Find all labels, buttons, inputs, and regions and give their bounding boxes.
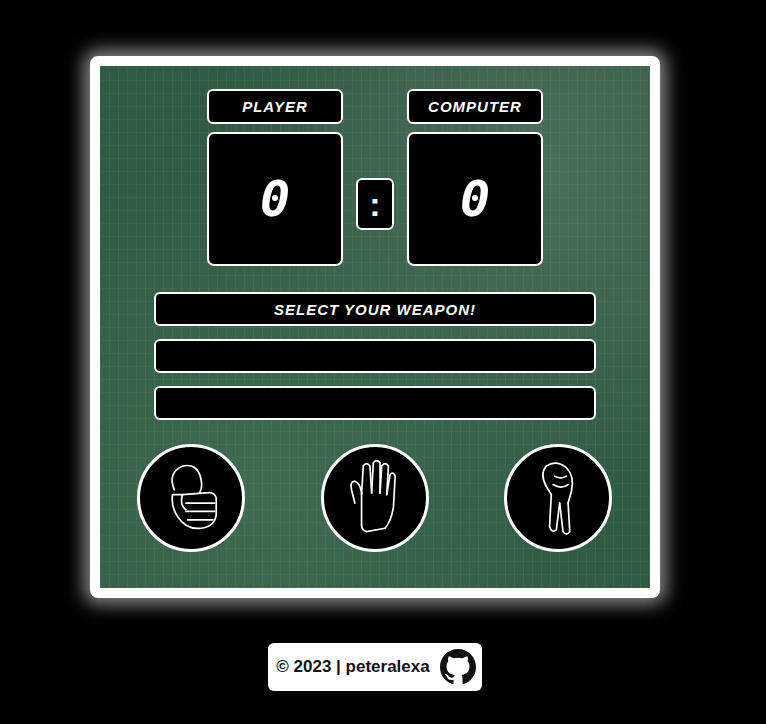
rock-hand-icon xyxy=(149,456,233,540)
scoreboard: PLAYER 0: COMPUTER 0 xyxy=(207,89,543,266)
player-column: PLAYER 0 xyxy=(207,89,343,266)
game-board: PLAYER 0: COMPUTER 0 SELECT YOUR WEAPON! xyxy=(100,66,650,588)
rock-button[interactable] xyxy=(137,444,245,552)
scissors-button[interactable] xyxy=(504,444,612,552)
message-panel: SELECT YOUR WEAPON! xyxy=(154,292,596,420)
footer-text: © 2023 | peteralexa xyxy=(276,657,429,677)
player-score: 0 xyxy=(207,132,343,266)
player-label: PLAYER xyxy=(207,89,343,124)
paper-button[interactable] xyxy=(321,444,429,552)
computer-label: COMPUTER xyxy=(407,89,543,124)
scissors-hand-icon xyxy=(516,456,600,540)
computer-column: COMPUTER 0 xyxy=(407,89,543,266)
game-card: PLAYER 0: COMPUTER 0 SELECT YOUR WEAPON! xyxy=(90,56,660,598)
weapon-row xyxy=(100,444,650,552)
footer: © 2023 | peteralexa xyxy=(268,643,481,691)
github-icon[interactable] xyxy=(440,649,476,685)
paper-hand-icon xyxy=(333,456,417,540)
score-separator: : xyxy=(356,178,394,230)
separator-column: : xyxy=(356,89,394,266)
message-bar xyxy=(154,339,596,373)
message-bar: SELECT YOUR WEAPON! xyxy=(154,292,596,326)
message-bar xyxy=(154,386,596,420)
computer-score: 0 xyxy=(407,132,543,266)
page: PLAYER 0: COMPUTER 0 SELECT YOUR WEAPON! © 20… xyxy=(90,0,660,691)
